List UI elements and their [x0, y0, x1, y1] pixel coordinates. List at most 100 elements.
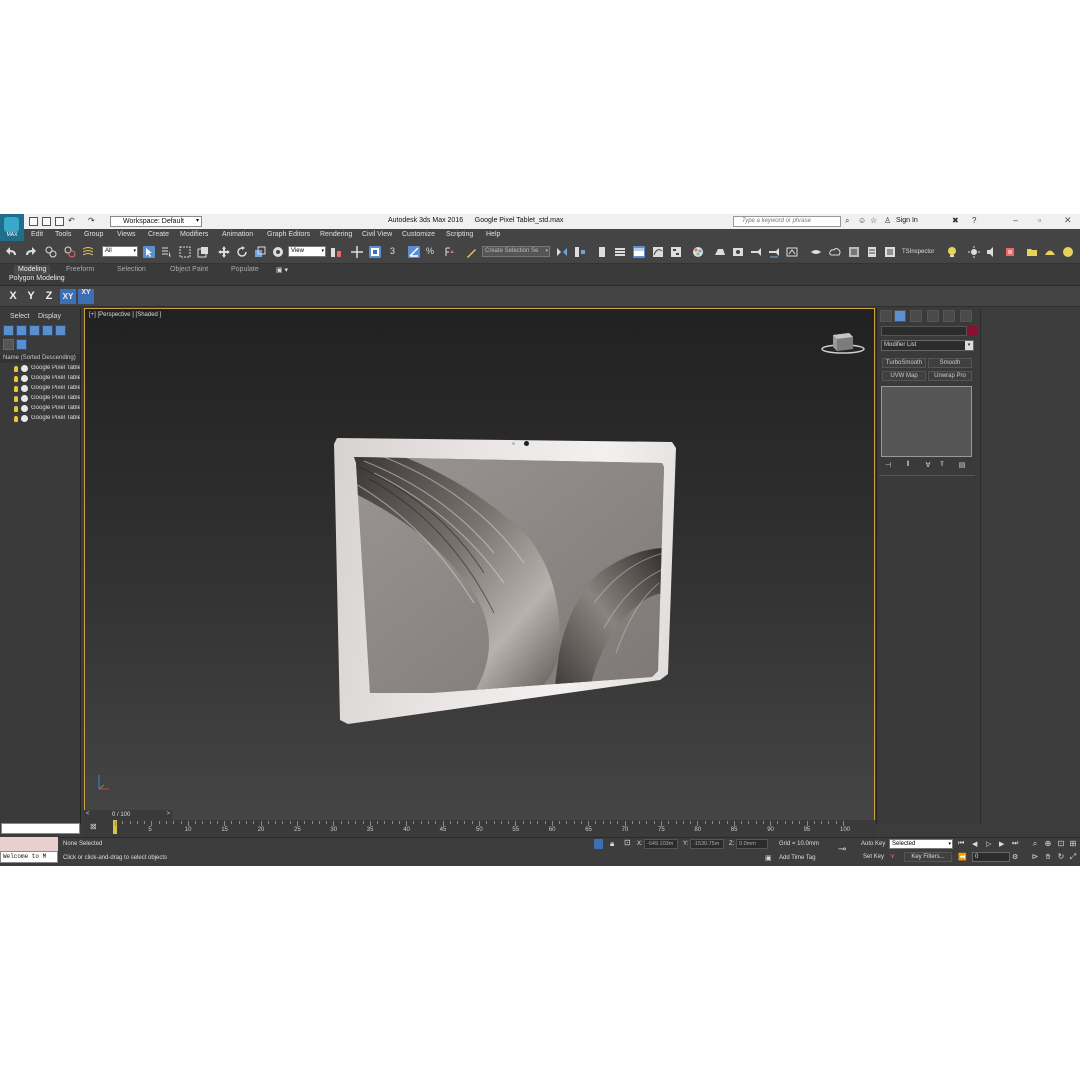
axis-xy-cycle-button[interactable]: XY: [78, 289, 94, 304]
rectangular-selection-icon[interactable]: [179, 246, 191, 258]
key-icon[interactable]: ⊸: [838, 844, 846, 855]
list-item[interactable]: Google Pixel Table: [0, 404, 80, 414]
menu-graph-editors[interactable]: Graph Editors: [267, 231, 310, 238]
auto-key-button[interactable]: Auto Key: [861, 841, 885, 847]
keyboard-shortcut-icon[interactable]: [369, 246, 381, 258]
polygon-modeling-panel[interactable]: Polygon Modeling: [9, 275, 65, 282]
key-mode-toggle-icon[interactable]: ⏪: [958, 853, 967, 861]
zoom-icon[interactable]: ⌕: [1030, 839, 1040, 849]
hierarchy-tab-icon[interactable]: [910, 310, 922, 322]
exchange-icon[interactable]: ✖: [952, 216, 959, 225]
pivot-center-icon[interactable]: [330, 246, 342, 258]
snap-toggle-icon[interactable]: 3: [390, 246, 402, 258]
light-bulb-icon[interactable]: [14, 406, 18, 412]
y-coordinate-field[interactable]: -1530.75m: [690, 839, 724, 849]
workspace-dropdown[interactable]: Workspace: Default ▾: [110, 216, 202, 227]
scene-column-header[interactable]: Name (Sorted Descending): [0, 354, 80, 363]
configure-modifier-sets-icon[interactable]: ▤: [957, 461, 967, 470]
star-icon[interactable]: ☆: [870, 216, 877, 225]
display-geometry-icon[interactable]: [3, 325, 14, 336]
menu-tools[interactable]: Tools: [55, 231, 71, 238]
window-crossing-icon[interactable]: [197, 246, 209, 258]
menu-group[interactable]: Group: [84, 231, 103, 238]
go-to-start-icon[interactable]: ⏮: [958, 840, 964, 848]
list-item[interactable]: Google Pixel Table: [0, 414, 80, 424]
viewport-label[interactable]: [+] [Perspective ] [Shaded ]: [89, 312, 161, 318]
scene-explorer-icon[interactable]: [614, 246, 626, 258]
maximize-viewport-icon[interactable]: ⤢: [1068, 852, 1078, 862]
select-by-name-icon[interactable]: [161, 246, 173, 258]
people-icon[interactable]: ☺: [858, 216, 866, 225]
layer-manager-icon[interactable]: [596, 246, 608, 258]
move-icon[interactable]: [218, 246, 230, 258]
chevron-left-icon[interactable]: <: [86, 811, 90, 817]
smooth-button[interactable]: Smooth: [928, 358, 972, 368]
tab-freeform[interactable]: Freeform: [62, 265, 98, 275]
audio-icon[interactable]: [986, 246, 998, 258]
undo-icon[interactable]: [6, 246, 18, 258]
tab-selection[interactable]: Selection: [113, 265, 150, 275]
light-bulb-icon[interactable]: [14, 386, 18, 392]
menu-customize[interactable]: Customize: [402, 231, 435, 238]
light-bulb-icon[interactable]: [946, 246, 958, 258]
scale-icon[interactable]: [254, 246, 266, 258]
modifier-list-dropdown[interactable]: Modifier List ▾: [881, 340, 974, 351]
maximize-icon[interactable]: ▫: [1038, 215, 1041, 225]
zoom-extents-icon[interactable]: ⊡: [1056, 839, 1066, 849]
named-selection-dropdown[interactable]: Create Selection Se ▾: [482, 246, 550, 257]
pin-stack-icon[interactable]: ⊣: [883, 461, 893, 470]
display-shapes-icon[interactable]: [16, 325, 27, 336]
reference-coordinate-dropdown[interactable]: View ▾: [288, 246, 326, 257]
display-tab-icon[interactable]: [943, 310, 955, 322]
next-frame-icon[interactable]: ▶: [999, 840, 1004, 848]
app-logo[interactable]: MAX: [0, 214, 24, 241]
edit-named-selection-icon[interactable]: [466, 246, 478, 258]
link-icon[interactable]: [45, 246, 57, 258]
search-input[interactable]: Type a keyword or phrase: [733, 216, 841, 227]
field-of-view-icon[interactable]: ⊳: [1030, 852, 1040, 862]
modify-tab-icon[interactable]: [894, 310, 906, 322]
isolate-selection-icon[interactable]: [594, 839, 603, 849]
daylight-icon[interactable]: [968, 246, 980, 258]
close-icon[interactable]: ✕: [1064, 215, 1072, 226]
pan-icon[interactable]: ✋︎: [1043, 852, 1053, 862]
hierarchy-icon[interactable]: [16, 339, 27, 350]
tsinspector-label[interactable]: TSInspector: [902, 249, 934, 255]
sign-in-link[interactable]: Sign In: [896, 217, 918, 224]
render-production-icon[interactable]: [750, 246, 762, 258]
create-tab-icon[interactable]: [880, 310, 892, 322]
time-config-icon[interactable]: ⚙: [1012, 853, 1018, 861]
light-bulb-icon[interactable]: [14, 396, 18, 402]
set-key-button[interactable]: Set Key: [863, 854, 884, 860]
object-color-swatch[interactable]: [967, 326, 977, 336]
list-item[interactable]: Google Pixel Table: [0, 394, 80, 404]
rotate-icon[interactable]: [236, 246, 248, 258]
panel-icon[interactable]: [866, 246, 878, 258]
folder-icon[interactable]: [1026, 246, 1038, 258]
manipulate-icon[interactable]: [351, 246, 363, 258]
list-item[interactable]: Google Pixel Table: [0, 384, 80, 394]
unwrap-pro-button[interactable]: Unwrap Pro: [928, 371, 972, 381]
axis-y-button[interactable]: Y: [24, 289, 38, 304]
remove-modifier-icon[interactable]: ⍒: [937, 461, 947, 470]
new-file-icon[interactable]: [29, 217, 38, 226]
select-object-icon[interactable]: [143, 246, 155, 258]
open-file-icon[interactable]: [42, 217, 51, 226]
layer-dropdown[interactable]: [1, 823, 80, 834]
menu-civil-view[interactable]: Civil View: [362, 231, 392, 238]
menu-views[interactable]: Views: [117, 231, 136, 238]
utilities-tab-icon[interactable]: [960, 310, 972, 322]
orbit-icon[interactable]: ↻: [1056, 852, 1066, 862]
align-icon[interactable]: [574, 246, 586, 258]
cloud-icon[interactable]: [829, 246, 841, 258]
tab-display[interactable]: Display: [38, 313, 61, 320]
menu-animation[interactable]: Animation: [222, 231, 253, 238]
curve-editor-icon[interactable]: [652, 246, 664, 258]
current-frame-field[interactable]: 0: [972, 852, 1010, 862]
zoom-all-icon[interactable]: ⊕: [1043, 839, 1053, 849]
play-icon[interactable]: ▷: [986, 840, 991, 848]
tab-modeling[interactable]: Modeling: [14, 265, 51, 275]
menu-help[interactable]: Help: [486, 231, 500, 238]
light-bulb-icon[interactable]: [14, 376, 18, 382]
zoom-extents-all-icon[interactable]: ⊞: [1068, 839, 1078, 849]
